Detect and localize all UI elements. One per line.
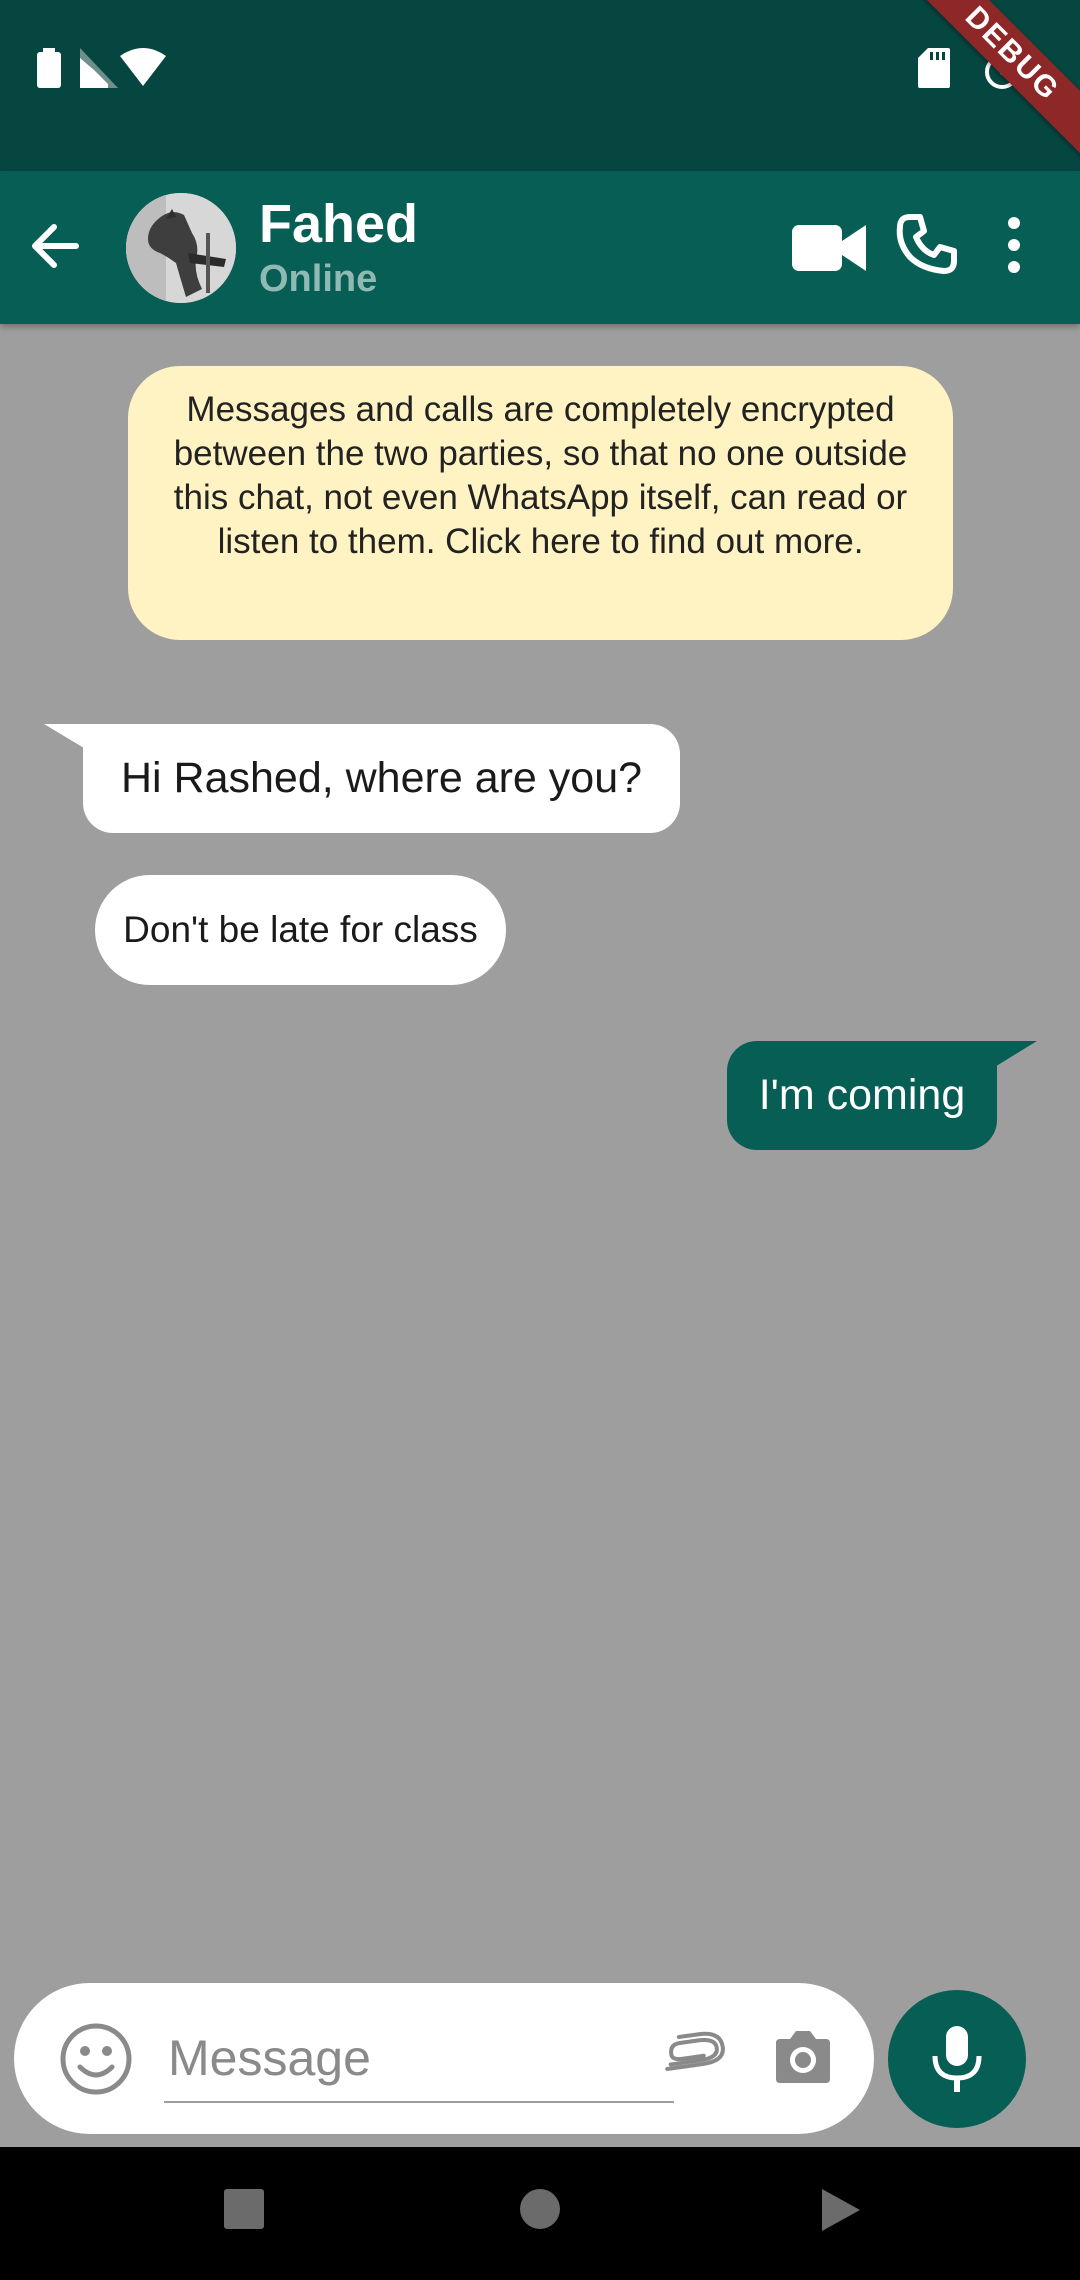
microphone-button[interactable] [888, 1990, 1026, 2128]
incoming-message[interactable]: Hi Rashed, where are you? [83, 724, 680, 833]
battery-icon [37, 48, 61, 88]
back-triangle-icon[interactable] [820, 2187, 862, 2233]
sd-card-icon [918, 48, 950, 88]
incoming-message[interactable]: Don't be late for class [95, 875, 506, 985]
recents-square-icon[interactable] [222, 2187, 266, 2231]
emoji-icon[interactable] [58, 2021, 134, 2097]
system-nav-bar [0, 2147, 1080, 2280]
more-vertical-icon[interactable] [996, 211, 1032, 281]
arrow-left-icon[interactable] [22, 211, 92, 281]
paperclip-icon[interactable] [662, 2025, 728, 2091]
contact-name: Fahed [259, 194, 419, 254]
encryption-notice[interactable]: Messages and calls are completely encryp… [128, 366, 953, 640]
chat-screen: DEBUG Fahed Online Messages and calls ar… [0, 0, 1080, 2280]
avatar[interactable] [126, 193, 236, 303]
horse-photo-icon [126, 193, 236, 303]
outgoing-message[interactable]: I'm coming [727, 1041, 997, 1150]
wifi-icon [120, 48, 166, 86]
message-composer [14, 1983, 874, 2134]
home-circle-icon[interactable] [518, 2187, 562, 2231]
chat-header: Fahed Online [0, 171, 1080, 324]
status-bar: DEBUG [0, 0, 1080, 171]
phone-icon[interactable] [896, 213, 958, 275]
camera-icon[interactable] [770, 2025, 836, 2091]
video-camera-icon[interactable] [792, 219, 866, 277]
cell-signal-icon [80, 48, 118, 88]
microphone-icon [932, 2026, 982, 2092]
contact-status: Online [259, 258, 378, 300]
message-input[interactable] [164, 2015, 674, 2103]
